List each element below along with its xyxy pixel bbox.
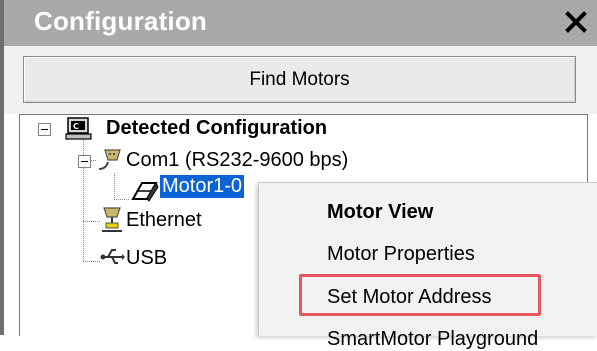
collapse-com1-toggle[interactable] xyxy=(78,155,91,168)
configuration-panel: Configuration Find Motors C Detected Con… xyxy=(0,0,597,350)
toolbar: Find Motors xyxy=(4,46,597,114)
panel-title: Configuration xyxy=(34,6,208,36)
tree-connector xyxy=(114,173,115,199)
tree-connector xyxy=(114,199,130,200)
computer-icon: C xyxy=(65,117,92,140)
tree-item-detected-configuration[interactable]: Detected Configuration xyxy=(106,117,327,140)
title-bar: Configuration xyxy=(4,0,597,46)
find-motors-button[interactable]: Find Motors xyxy=(23,56,576,103)
close-icon[interactable] xyxy=(564,10,588,34)
menu-item-motor-view[interactable]: Motor View xyxy=(327,201,433,224)
motor-icon xyxy=(131,182,159,202)
tree-connector xyxy=(83,261,101,262)
tree-item-ethernet[interactable]: Ethernet xyxy=(126,209,202,232)
menu-item-smartmotor-playground[interactable]: SmartMotor Playground xyxy=(327,328,538,351)
collapse-root-toggle[interactable] xyxy=(38,123,51,136)
tree-item-usb[interactable]: USB xyxy=(126,247,167,270)
tree-item-com1[interactable]: Com1 (RS232-9600 bps) xyxy=(126,149,348,172)
svg-text:C: C xyxy=(73,122,79,131)
serial-cable-icon xyxy=(98,149,121,170)
ethernet-icon xyxy=(102,207,122,232)
highlight-annotation xyxy=(299,274,541,316)
tree-item-motor1[interactable]: Motor1-0 xyxy=(160,175,245,198)
usb-icon xyxy=(100,249,125,264)
menu-item-motor-properties[interactable]: Motor Properties xyxy=(327,243,475,266)
tree-connector xyxy=(83,221,101,222)
